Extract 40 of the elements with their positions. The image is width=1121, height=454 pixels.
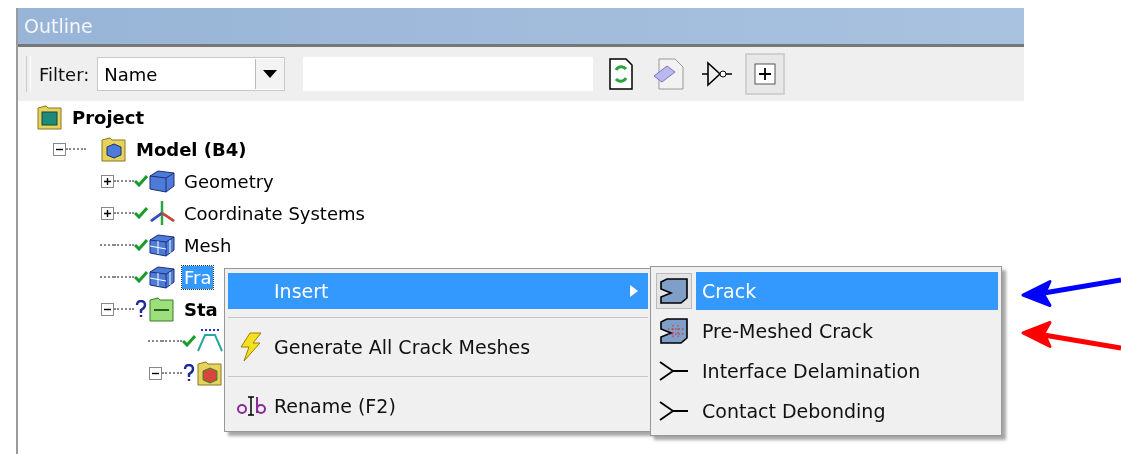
tree-item[interactable]: Sta [182, 297, 220, 321]
expand-toggle[interactable] [100, 206, 114, 220]
menu-item[interactable]: Interface Delamination [696, 352, 998, 390]
collapse-toggle[interactable] [52, 142, 66, 156]
menu-item[interactable]: Pre-Meshed Crack [696, 312, 998, 350]
cube-icon [148, 168, 176, 194]
toolbar-button[interactable] [745, 53, 786, 95]
mesh-cube-icon [148, 232, 176, 258]
rename-icon [236, 395, 266, 417]
menu-item[interactable]: Rename (F2) [228, 385, 648, 427]
folder-icon [148, 295, 176, 323]
menu-item[interactable]: Contact Debonding [696, 392, 998, 430]
project-icon [36, 103, 64, 131]
crack-icon [659, 278, 689, 304]
tree-item[interactable]: Geometry [182, 169, 276, 193]
tree-item[interactable]: Model (B4) [134, 137, 249, 161]
plus-box-icon [754, 63, 777, 85]
delamination-icon [659, 400, 689, 422]
not-gate-icon [701, 61, 734, 87]
delamination-icon [659, 360, 689, 382]
lightning-icon [240, 332, 262, 362]
axes-icon [148, 199, 176, 227]
tree-item[interactable]: Project [70, 105, 147, 129]
caret-icon [263, 70, 278, 78]
collapse-toggle[interactable] [100, 302, 114, 316]
collapse-toggle[interactable] [148, 366, 162, 380]
meshed-crack-icon [659, 318, 689, 344]
tree-item[interactable]: Coordinate Systems [182, 201, 367, 225]
submenu-arrow-icon [630, 285, 638, 297]
panel-title: Outline [24, 15, 93, 37]
mesh-cube-icon [148, 264, 176, 290]
model-icon [100, 135, 128, 163]
eraser-icon [653, 58, 686, 90]
filter-label: Filter: [39, 63, 90, 85]
menu-item[interactable]: Generate All Crack Meshes [228, 326, 648, 368]
expand-toggle[interactable] [100, 174, 114, 188]
refresh-icon [608, 58, 635, 90]
tree-item[interactable]: Mesh [182, 233, 234, 257]
solution-icon [196, 359, 224, 387]
filter-dropdown[interactable]: Name [97, 57, 286, 91]
